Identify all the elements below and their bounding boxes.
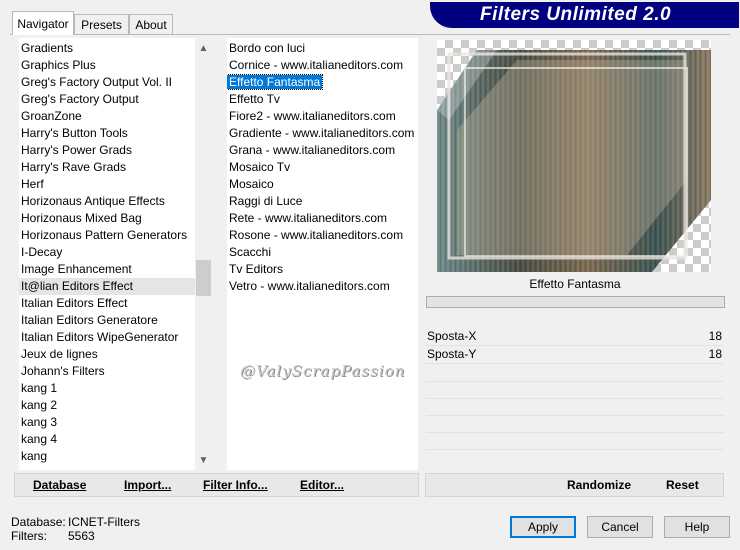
filter-list[interactable]: Bordo con luci Cornice - www.italianedito… [227,38,418,470]
tab-about[interactable]: About [129,14,173,34]
filter-item[interactable]: Grana - www.italianeditors.com [227,142,418,159]
filter-item[interactable]: Effetto Fantasma [227,74,418,91]
editor-button[interactable]: Editor... [300,478,344,492]
param-row-sposta-y[interactable]: Sposta-Y 18 [426,346,724,364]
scroll-thumb[interactable] [196,260,211,296]
category-item[interactable]: kang [19,448,195,465]
param-label: Sposta-Y [427,347,477,361]
filter-item[interactable]: Raggi di Luce [227,193,418,210]
category-item[interactable]: Johann's Filters [19,363,195,380]
param-divider [426,381,724,382]
filter-item-label: Grana - www.italianeditors.com [229,143,396,157]
filter-item-label: Raggi di Luce [229,194,303,208]
filters-count: 5563 [68,529,95,543]
filter-item[interactable]: Fiore2 - www.italianeditors.com [227,108,418,125]
filter-item[interactable]: Tv Editors [227,261,418,278]
filter-item-label: Mosaico [229,177,274,191]
category-item[interactable]: Greg's Factory Output Vol. II [19,74,195,91]
database-label: Database: [11,515,66,529]
database-value: ICNET-Filters [68,515,140,529]
filter-item[interactable]: Rete - www.italianeditors.com [227,210,418,227]
category-item[interactable]: Italian Editors WipeGenerator [19,329,195,346]
preview-art [437,50,711,272]
category-item[interactable]: Jeux de lignes [19,346,195,363]
category-item[interactable]: It@lian Editors Effect [19,278,195,295]
filter-item-label: Effetto Tv [229,92,280,106]
scroll-down-icon[interactable]: ▼ [195,452,212,469]
filter-item[interactable]: Gradiente - www.italianeditors.com [227,125,418,142]
randomize-button[interactable]: Randomize [567,478,631,492]
category-item[interactable]: Italian Editors Generatore [19,312,195,329]
category-list[interactable]: Gradients Graphics Plus Greg's Factory Out… [19,38,195,470]
filter-item-label: Rete - www.italianeditors.com [229,211,388,225]
filter-item-label: Vetro - www.italianeditors.com [229,279,390,293]
category-item[interactable]: Horizonaus Pattern Generators [19,227,195,244]
category-item[interactable]: Image Enhancement [19,261,195,278]
import-button[interactable]: Import... [124,478,171,492]
filter-item[interactable]: Effetto Tv [227,91,418,108]
filter-item-label: Gradiente - www.italianeditors.com [229,126,415,140]
filter-item-label: Fiore2 - www.italianeditors.com [229,109,396,123]
apply-button[interactable]: Apply [510,516,576,538]
category-item[interactable]: Horizonaus Mixed Bag [19,210,195,227]
filter-item[interactable]: Mosaico [227,176,418,193]
category-item[interactable]: kang 1 [19,380,195,397]
param-divider [426,432,724,433]
filter-item[interactable]: Vetro - www.italianeditors.com [227,278,418,295]
tab-divider [10,34,730,35]
filter-item-label: Rosone - www.italianeditors.com [229,228,404,242]
filter-item-label: Effetto Fantasma [227,74,324,90]
category-item[interactable]: kang 2 [19,397,195,414]
filter-item-label: Bordo con luci [229,41,306,55]
watermark: @ValyScrapPassion [240,362,406,380]
category-item[interactable]: kang 3 [19,414,195,431]
param-value[interactable]: 18 [709,329,722,343]
scroll-up-icon[interactable]: ▲ [195,40,212,57]
category-item[interactable]: Italian Editors Effect [19,295,195,312]
param-divider [426,449,724,450]
category-item[interactable]: Harry's Rave Grads [19,159,195,176]
filter-item-label: Cornice - www.italianeditors.com [229,58,404,72]
category-item[interactable]: Greg's Factory Output [19,91,195,108]
filter-item[interactable]: Scacchi [227,244,418,261]
category-item[interactable]: Herf [19,176,195,193]
tab-presets[interactable]: Presets [74,14,129,34]
param-divider [426,415,724,416]
title-banner: Filters Unlimited 2.0 [430,2,739,28]
preview-image [437,40,711,272]
filter-item[interactable]: Mosaico Tv [227,159,418,176]
help-button[interactable]: Help [664,516,730,538]
filter-item-label: Mosaico Tv [229,160,291,174]
tab-navigator[interactable]: Navigator [12,11,74,35]
filter-item[interactable]: Cornice - www.italianeditors.com [227,57,418,74]
filter-item[interactable]: Bordo con luci [227,40,418,57]
filter-item-label: Scacchi [229,245,272,259]
param-value[interactable]: 18 [709,347,722,361]
category-scrollbar[interactable]: ▲ ▼ [195,38,212,470]
category-item[interactable]: I-Decay [19,244,195,261]
param-divider [426,398,724,399]
filter-name-label: Effetto Fantasma [529,277,621,291]
category-item[interactable]: Harry's Button Tools [19,125,195,142]
app-title: Filters Unlimited 2.0 [480,4,672,25]
filters-label: Filters: [11,529,47,543]
filter-info-button[interactable]: Filter Info... [203,478,268,492]
category-item[interactable]: GroanZone [19,108,195,125]
param-label: Sposta-X [427,329,477,343]
reset-button[interactable]: Reset [666,478,699,492]
category-item[interactable]: kang 4 [19,431,195,448]
filter-item-label: Tv Editors [229,262,284,276]
database-button[interactable]: Database [33,478,86,492]
param-row-sposta-x[interactable]: Sposta-X 18 [426,328,724,346]
category-item[interactable]: Gradients [19,40,195,57]
control-bar[interactable] [426,296,725,308]
category-item[interactable]: Horizonaus Antique Effects [19,193,195,210]
cancel-button[interactable]: Cancel [587,516,653,538]
filter-item[interactable]: Rosone - www.italianeditors.com [227,227,418,244]
category-item[interactable]: Graphics Plus [19,57,195,74]
category-item[interactable]: Harry's Power Grads [19,142,195,159]
